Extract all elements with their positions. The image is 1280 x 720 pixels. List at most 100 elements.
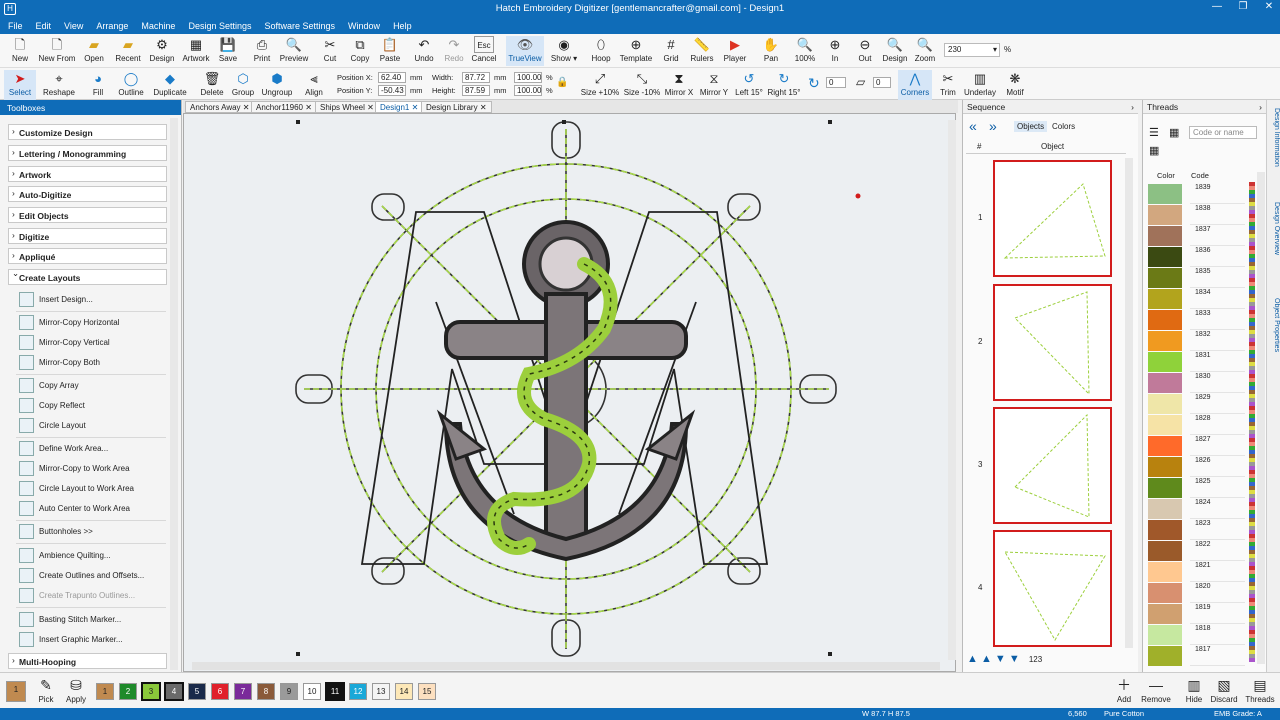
thread-code[interactable]: 1834 bbox=[1190, 289, 1245, 309]
auto-center-work-area-tool[interactable]: Auto Center to Work Area bbox=[16, 499, 166, 518]
color-chip[interactable]: 8 bbox=[257, 683, 275, 700]
recent-button[interactable]: ▰ Recent bbox=[112, 36, 144, 66]
motif-button[interactable]: ❋ Motif bbox=[999, 70, 1031, 100]
selection-handle[interactable] bbox=[828, 652, 832, 656]
position-x-input[interactable]: 62.40 bbox=[378, 72, 406, 83]
circle-layout-tool[interactable]: Circle Layout bbox=[16, 416, 166, 435]
color-chip[interactable]: 3 bbox=[141, 682, 161, 701]
color-chip[interactable]: 12 bbox=[349, 683, 367, 700]
close-icon[interactable]: ✕ bbox=[480, 103, 487, 112]
thread-swatch[interactable] bbox=[1148, 436, 1182, 456]
underlay-button[interactable]: ▥ Underlay bbox=[962, 70, 998, 100]
discard-color-button[interactable]: ▧ Discard bbox=[1206, 675, 1242, 704]
color-chip[interactable]: 6 bbox=[211, 683, 229, 700]
move-up-icon[interactable]: ▲ bbox=[981, 653, 992, 665]
thread-code[interactable]: 1827 bbox=[1190, 436, 1245, 456]
mirror-copy-both-tool[interactable]: Mirror-Copy Both bbox=[16, 353, 166, 372]
new-button[interactable]: 🗋 New bbox=[4, 36, 36, 66]
corners-button[interactable]: ⋀ Corners bbox=[898, 70, 932, 100]
rotation-input[interactable]: 0 bbox=[826, 77, 846, 88]
close-icon[interactable]: ✕ bbox=[412, 103, 419, 112]
threads-scrollbar[interactable] bbox=[1257, 172, 1265, 664]
thread-code[interactable]: 1821 bbox=[1190, 562, 1245, 582]
thread-swatch[interactable] bbox=[1148, 562, 1182, 582]
thread-code[interactable]: 1830 bbox=[1190, 373, 1245, 393]
thread-swatch[interactable] bbox=[1148, 331, 1182, 351]
sequence-number-toggle[interactable]: 123 bbox=[1029, 655, 1042, 664]
copy-button[interactable]: ⧉ Copy bbox=[344, 36, 376, 66]
insert-graphic-marker-tool[interactable]: Insert Graphic Marker... bbox=[16, 630, 166, 649]
menu-machine[interactable]: Machine bbox=[141, 21, 175, 31]
size-up-button[interactable]: ⤢ Size +10% bbox=[580, 70, 620, 100]
scale-x-input[interactable]: 100.00 bbox=[514, 72, 542, 83]
skew-input[interactable]: 0 bbox=[873, 77, 891, 88]
move-top-icon[interactable]: ▲ bbox=[967, 653, 978, 665]
toolbox-create-layouts[interactable]: Create Layouts bbox=[8, 268, 167, 285]
print-button[interactable]: ⎙ Print bbox=[246, 36, 278, 66]
width-input[interactable]: 87.72 bbox=[462, 72, 490, 83]
color-chip[interactable]: 5 bbox=[188, 683, 206, 700]
rulers-button[interactable]: 📏 Rulers bbox=[686, 36, 718, 66]
toolbox-artwork[interactable]: Artwork bbox=[8, 166, 167, 182]
tab-design-information[interactable]: Design Information bbox=[1269, 108, 1280, 167]
thread-swatch[interactable] bbox=[1148, 310, 1182, 330]
thread-chart-icon[interactable]: ▦ bbox=[1149, 144, 1159, 157]
thread-swatch[interactable] bbox=[1148, 478, 1182, 498]
color-chip[interactable]: 11 bbox=[325, 682, 345, 701]
template-button[interactable]: ⊕ Template bbox=[618, 36, 654, 66]
close-icon[interactable]: ✕ bbox=[305, 103, 312, 112]
move-down-icon[interactable]: ▼ bbox=[995, 653, 1006, 665]
thread-swatch[interactable] bbox=[1148, 457, 1182, 477]
move-first-icon[interactable]: « bbox=[969, 118, 977, 134]
grid-button[interactable]: # Grid bbox=[655, 36, 687, 66]
sequence-object-2[interactable]: 2 bbox=[966, 282, 1122, 403]
threads-button[interactable]: ▤ Threads bbox=[1242, 675, 1278, 704]
sequence-object-4[interactable]: 4 bbox=[966, 528, 1122, 649]
mirror-x-button[interactable]: ⧗ Mirror X bbox=[662, 70, 696, 100]
thread-code[interactable]: 1824 bbox=[1190, 499, 1245, 519]
player-button[interactable]: ▶ Player bbox=[719, 36, 751, 66]
open-button[interactable]: ▰ Open bbox=[78, 36, 110, 66]
fill-button[interactable]: ◕ Fill bbox=[82, 70, 114, 100]
thread-code[interactable]: 1817 bbox=[1190, 646, 1245, 666]
zoom-out-button[interactable]: ⊖ Out bbox=[849, 36, 881, 66]
menu-design-settings[interactable]: Design Settings bbox=[188, 21, 251, 31]
skew-icon[interactable]: ▱ bbox=[856, 75, 865, 89]
canvas-vertical-scrollbar[interactable] bbox=[948, 120, 956, 660]
outline-button[interactable]: ◯ Outline bbox=[114, 70, 148, 100]
rotate-icon[interactable]: ↻ bbox=[808, 75, 820, 92]
height-input[interactable]: 87.59 bbox=[462, 85, 490, 96]
thread-code[interactable]: 1819 bbox=[1190, 604, 1245, 624]
thread-swatch[interactable] bbox=[1148, 541, 1182, 561]
zoom-in-button[interactable]: ⊕ In bbox=[819, 36, 851, 66]
thread-swatch[interactable] bbox=[1148, 373, 1182, 393]
proportional-lock-icon[interactable]: 🔒 bbox=[556, 77, 568, 88]
sequence-object-3[interactable]: 3 bbox=[966, 405, 1122, 526]
tab-design-library[interactable]: Design Library ✕ bbox=[421, 101, 492, 113]
tab-objects[interactable]: Objects bbox=[1014, 121, 1048, 132]
insert-design-tool[interactable]: Insert Design... bbox=[16, 290, 166, 309]
thread-code[interactable]: 1836 bbox=[1190, 247, 1245, 267]
tab-design-overview[interactable]: Design Overview bbox=[1269, 202, 1280, 255]
remove-color-button[interactable]: — Remove bbox=[1138, 675, 1174, 704]
thread-grid-view-icon[interactable]: ▦ bbox=[1169, 126, 1179, 139]
selection-handle[interactable] bbox=[562, 120, 566, 124]
size-down-button[interactable]: ⤡ Size -10% bbox=[622, 70, 662, 100]
cancel-button[interactable]: Esc Cancel bbox=[468, 36, 500, 66]
save-button[interactable]: 💾 Save bbox=[212, 36, 244, 66]
collapse-panel-icon[interactable]: › bbox=[1131, 102, 1134, 112]
thread-code[interactable]: 1832 bbox=[1190, 331, 1245, 351]
close-icon[interactable]: ✕ bbox=[1262, 1, 1276, 12]
canvas-horizontal-scrollbar[interactable] bbox=[192, 662, 940, 670]
create-outlines-tool[interactable]: Create Outlines and Offsets... bbox=[16, 566, 166, 585]
basting-stitch-marker-tool[interactable]: Basting Stitch Marker... bbox=[16, 610, 166, 629]
sequence-scrollbar[interactable] bbox=[1125, 158, 1133, 648]
close-icon[interactable]: ✕ bbox=[367, 103, 374, 112]
thread-swatch[interactable] bbox=[1148, 352, 1182, 372]
minimize-icon[interactable]: — bbox=[1210, 1, 1224, 12]
scale-y-input[interactable]: 100.00 bbox=[514, 85, 542, 96]
toolbox-multi-hooping[interactable]: Multi-Hooping bbox=[8, 653, 167, 669]
thread-swatch[interactable] bbox=[1148, 520, 1182, 540]
thread-code[interactable]: 1826 bbox=[1190, 457, 1245, 477]
design-import-button[interactable]: ⚙ Design bbox=[146, 36, 178, 66]
